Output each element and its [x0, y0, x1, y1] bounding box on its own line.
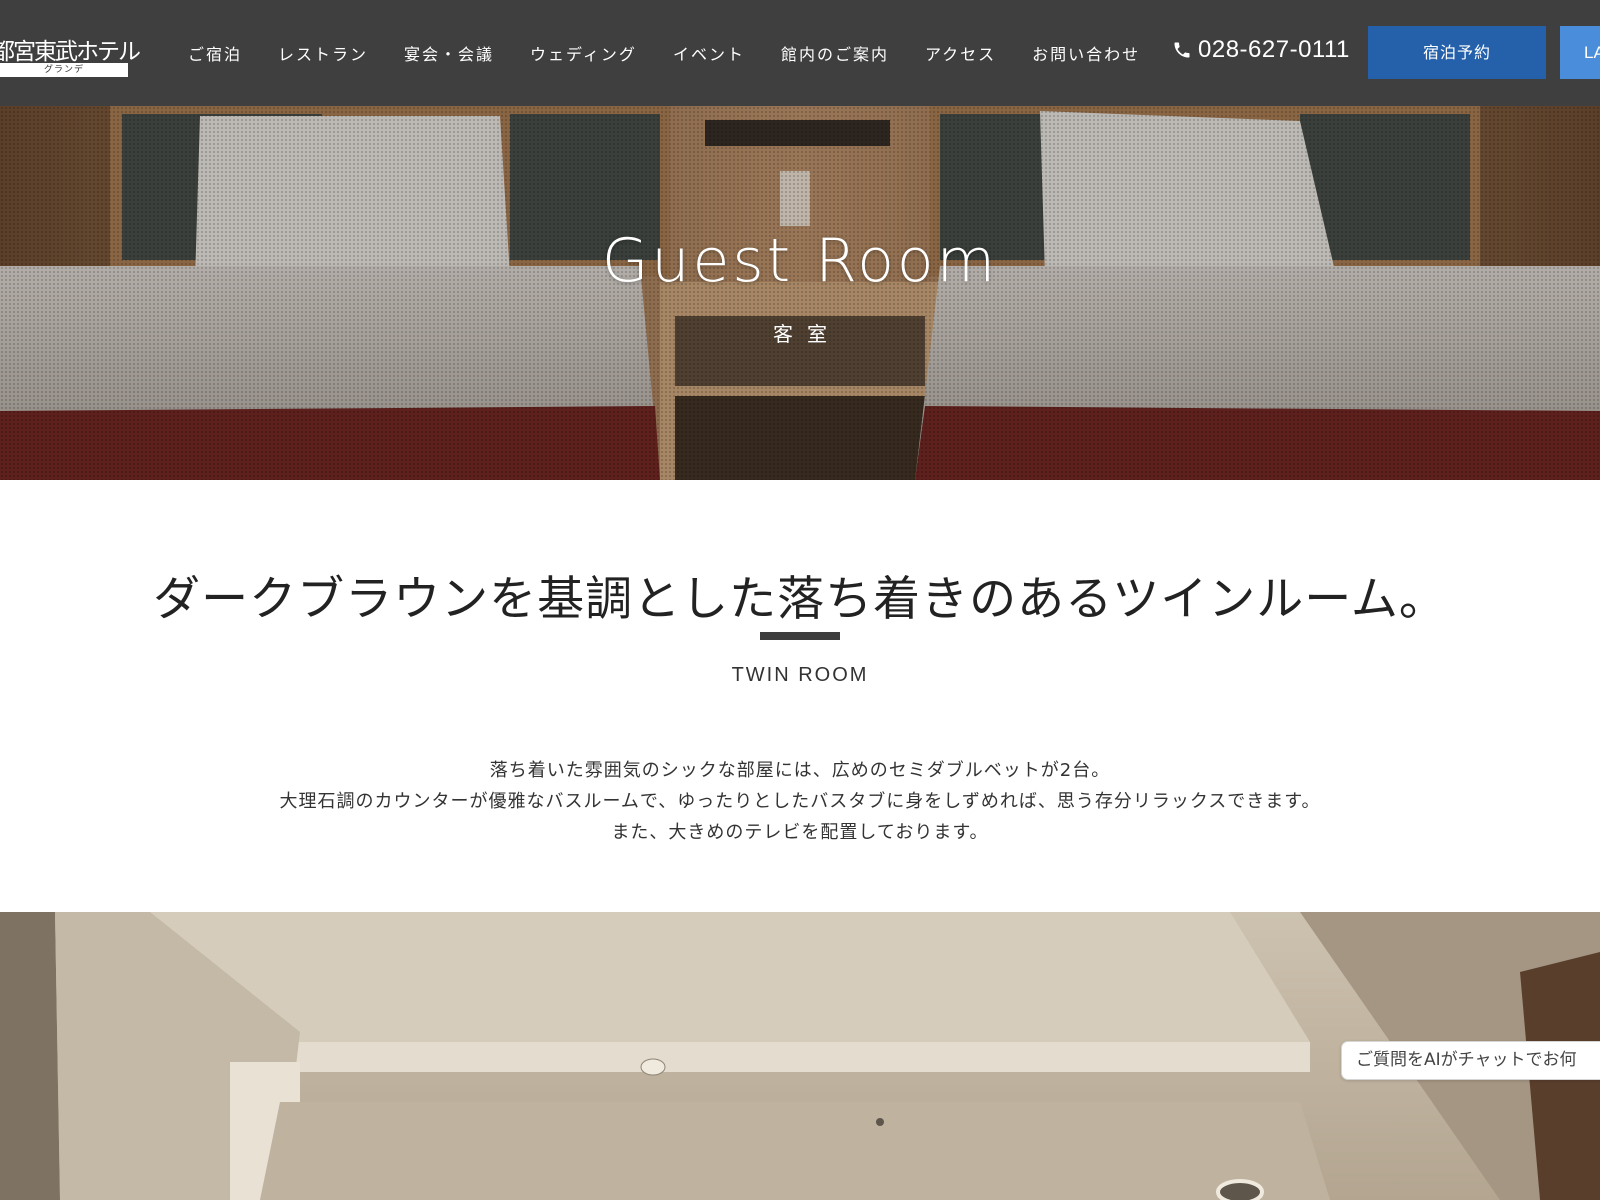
logo-text: 都宮東武ホテル [0, 39, 141, 65]
phone-number: 028-627-0111 [1198, 36, 1350, 63]
nav-item-event[interactable]: イベント [655, 41, 763, 65]
phone-link[interactable]: 028-627-0111 [1172, 36, 1350, 64]
hero-banner: Guest Room 客室 [0, 106, 1600, 480]
nav-item-wedding[interactable]: ウェディング [512, 41, 655, 65]
logo-subtext: グランデ [0, 63, 128, 77]
site-header: 都宮東武ホテル グランデ ご宿泊 レストラン 宴会・会議 ウェディング イベント… [0, 0, 1600, 106]
nav-item-stay[interactable]: ご宿泊 [170, 41, 260, 65]
room-headline: ダークブラウンを基調とした落ち着きのあるツインルーム。 [153, 572, 1447, 627]
hero-title: Guest Room [601, 226, 999, 296]
headline-divider [760, 632, 840, 640]
reserve-button[interactable]: 宿泊予約 [1368, 26, 1546, 79]
phone-icon [1174, 42, 1190, 58]
nav-item-access[interactable]: アクセス [907, 41, 1014, 65]
room-description: 落ち着いた雰囲気のシックな部屋には、広めのセミダブルベットが2台。 大理石調のカ… [0, 755, 1600, 848]
room-type-label: TWIN ROOM [731, 664, 869, 686]
hotel-logo[interactable]: 都宮東武ホテル グランデ [0, 32, 141, 77]
description-line: 大理石調のカウンターが優雅なバスルームで、ゆったりとしたバスタブに身をしずめれば… [279, 791, 1321, 812]
nav-item-banquet[interactable]: 宴会・会議 [386, 41, 512, 65]
nav-item-guide[interactable]: 館内のご案内 [763, 41, 907, 65]
hero-subtitle: 客室 [773, 322, 841, 346]
nav-item-restaurant[interactable]: レストラン [260, 41, 386, 65]
description-line: また、大きめのテレビを配置しております。 [611, 822, 989, 843]
nav-item-contact[interactable]: お問い合わせ [1014, 41, 1158, 65]
ai-chat-button[interactable]: ご質問をAIがチャットでお何 [1341, 1041, 1600, 1080]
main-nav: ご宿泊 レストラン 宴会・会議 ウェディング イベント 館内のご案内 アクセス … [170, 0, 1158, 106]
language-button[interactable]: LA [1560, 26, 1600, 79]
description-line: 落ち着いた雰囲気のシックな部屋には、広めのセミダブルベットが2台。 [489, 760, 1111, 781]
